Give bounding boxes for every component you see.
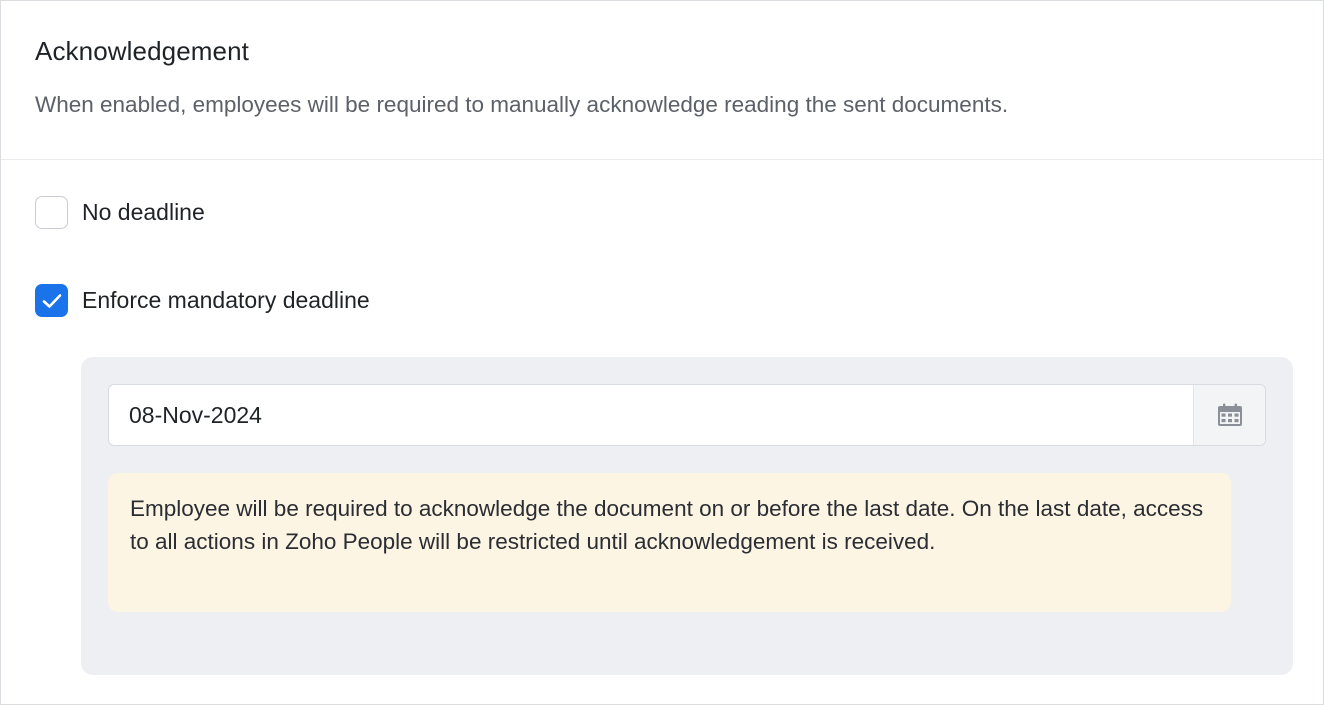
acknowledgement-panel: Acknowledgement When enabled, employees … [0, 0, 1324, 705]
section-title: Acknowledgement [35, 36, 249, 66]
no-deadline-checkbox[interactable] [35, 196, 68, 229]
calendar-icon [1217, 403, 1242, 426]
checkmark-icon [42, 293, 61, 308]
deadline-date-field [108, 384, 1266, 446]
no-deadline-option[interactable]: No deadline [35, 196, 205, 229]
calendar-button[interactable] [1193, 385, 1265, 445]
no-deadline-label: No deadline [82, 199, 205, 225]
enforce-deadline-option[interactable]: Enforce mandatory deadline [35, 284, 370, 317]
section-description: When enabled, employees will be required… [35, 92, 1009, 117]
enforce-deadline-checkbox[interactable] [35, 284, 68, 317]
deadline-settings: Employee will be required to acknowledge… [81, 357, 1293, 675]
deadline-date-input[interactable] [109, 385, 1193, 445]
deadline-info-note: Employee will be required to acknowledge… [108, 473, 1231, 612]
section-header: Acknowledgement When enabled, employees … [1, 1, 1323, 160]
enforce-deadline-label: Enforce mandatory deadline [82, 287, 370, 313]
